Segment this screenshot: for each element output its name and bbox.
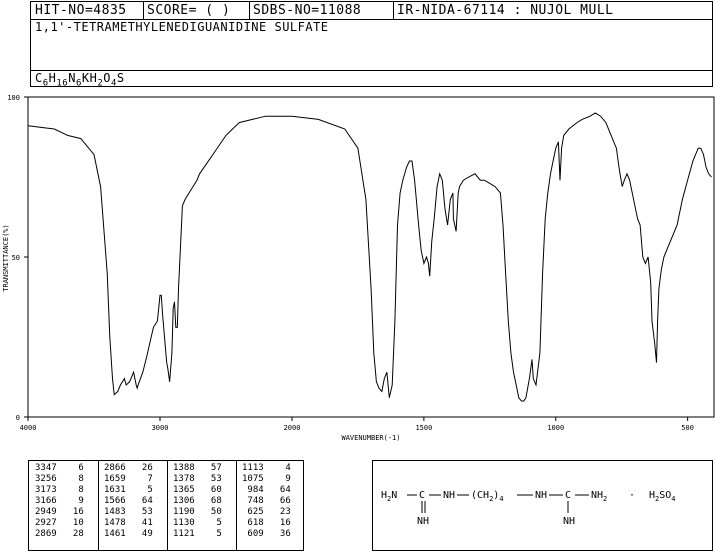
peak-row: 1130 5 (173, 518, 222, 528)
peak-row: 2869 28 (35, 529, 84, 539)
peak-row: 1306 68 (173, 496, 222, 506)
formula-part: N (68, 71, 76, 85)
peak-row: 3347 6 (35, 463, 84, 473)
compound-name: 1,1'-TETRAMETHYLENEDIGUANIDINE SULFATE (35, 20, 329, 34)
amine-right: NH2 (591, 490, 607, 503)
plot-frame (27, 96, 715, 418)
peak-row: 984 64 (242, 485, 291, 495)
carbon-right: C (565, 490, 571, 501)
peak-row: 2949 16 (35, 507, 84, 517)
y-axis: 0 50 100 (7, 94, 28, 422)
imine-right: NH (563, 516, 575, 527)
hit-number: HIT-NO=4835 (35, 3, 127, 18)
peak-row: 1659 7 (104, 474, 153, 484)
x-tick-label: 1500 (415, 424, 432, 432)
divider (143, 2, 144, 19)
y-tick-label: 0 (16, 414, 20, 422)
formula-part: KH (81, 71, 98, 85)
peak-row: 2866 26 (104, 463, 153, 473)
formula-part: O (103, 71, 111, 85)
peak-row: 3256 8 (35, 474, 84, 484)
peak-row: 3166 9 (35, 496, 84, 506)
x-axis-label: WAVENUMBER(-1) (341, 434, 400, 442)
carbon-left: C (419, 490, 425, 501)
peak-row: 1478 41 (104, 518, 153, 528)
peak-row: 2927 10 (35, 518, 84, 528)
divider (249, 2, 250, 19)
formula-part: 16 (56, 78, 69, 89)
formula-part: S (116, 71, 125, 85)
peak-column-divider (236, 461, 237, 550)
header-panel: HIT-NO=4835 SCORE= ( ) SDBS-NO=11088 IR-… (30, 1, 713, 88)
header-info-row: HIT-NO=4835 SCORE= ( ) SDBS-NO=11088 IR-… (31, 2, 712, 20)
imine-left: NH (417, 516, 429, 527)
peak-row: 1113 4 (242, 463, 291, 473)
compound-name-row: 1,1'-TETRAMETHYLENEDIGUANIDINE SULFATE (31, 19, 712, 71)
peak-row: 1378 53 (173, 474, 222, 484)
divider (393, 2, 394, 19)
peak-column-divider (167, 461, 168, 550)
peak-row: 1388 57 (173, 463, 222, 473)
peak-table: 3347 6 3256 8 3173 8 3166 9 2949 16 2927 10 28… (28, 460, 304, 551)
salt-dot: · (629, 490, 635, 501)
peak-row: 1365 60 (173, 485, 222, 495)
y-axis-label: TRANSMITTANCE(%) (2, 224, 10, 291)
spectrum-line (27, 112, 712, 402)
x-tick-label: 1000 (547, 424, 564, 432)
peak-row: 1631 5 (104, 485, 153, 495)
ir-spectrum-chart: 4000 3000 2000 1500 1000 500 0 50 100 WAVENUMBE… (2, 94, 715, 442)
ir-info: IR-NIDA-67114 : NUJOL MULL (397, 3, 614, 18)
y-tick-label: 50 (12, 254, 20, 262)
x-tick-label: 500 (681, 424, 694, 432)
y-tick-label: 100 (7, 94, 20, 102)
peak-row: 1461 49 (104, 529, 153, 539)
peak-column: 3347 6 3256 8 3173 8 3166 9 2949 16 2927 10 28… (35, 461, 84, 552)
peak-row: 609 36 (242, 529, 291, 539)
nh-right: NH (535, 490, 547, 501)
peak-row: 625 23 (242, 507, 291, 517)
x-tick-label: 4000 (20, 424, 37, 432)
score: SCORE= ( ) (147, 3, 231, 18)
peak-row: 1121 5 (173, 529, 222, 539)
sdbs-number: SDBS-NO=11088 (253, 3, 362, 18)
x-tick-label: 3000 (152, 424, 169, 432)
methylene-chain: (CH2)4 (471, 490, 504, 503)
amine-left: H2N (381, 490, 397, 503)
structure-diagram: H2N C NH (CH2)4 NH C NH2 NH NH · H2SO4 (381, 490, 676, 527)
peak-row: 1190 50 (173, 507, 222, 517)
peak-column: 1388 57 1378 53 1365 60 1306 68 1190 50 1130 … (173, 461, 222, 552)
peak-row: 618 16 (242, 518, 291, 528)
peak-column: 2866 26 1659 7 1631 5 1566 64 1483 53 1478 41… (104, 461, 153, 552)
structure-panel: H2N C NH (CH2)4 NH C NH2 NH NH · H2SO4 (372, 460, 713, 551)
x-tick-label: 2000 (284, 424, 301, 432)
peak-row: 3173 8 (35, 485, 84, 495)
peak-row: 1075 9 (242, 474, 291, 484)
x-axis: 4000 3000 2000 1500 1000 500 (20, 417, 694, 432)
peak-column-divider (98, 461, 99, 550)
peak-row: 1566 64 (104, 496, 153, 506)
peak-row: 1483 53 (104, 507, 153, 517)
peak-row: 748 66 (242, 496, 291, 506)
formula-part: C (35, 71, 43, 85)
sulfuric-acid: H2SO4 (649, 490, 676, 503)
peak-column: 1113 4 1075 9 984 64 748 66 625 23 618 16… (242, 461, 291, 552)
nh-left: NH (443, 490, 455, 501)
molecular-formula: C6H16N6KH2O4S (35, 71, 125, 88)
